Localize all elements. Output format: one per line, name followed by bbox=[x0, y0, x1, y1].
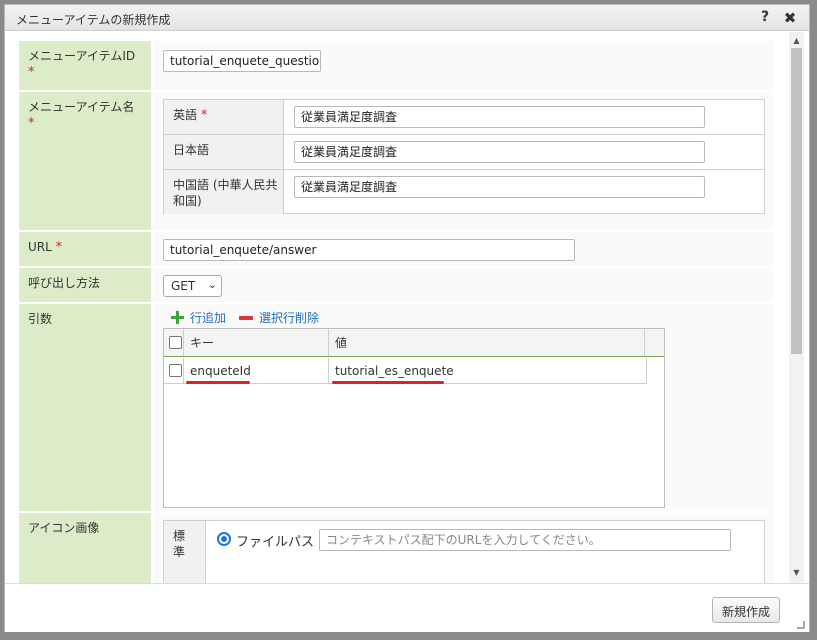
help-icon[interactable]: ? bbox=[757, 9, 773, 27]
row-checkbox[interactable] bbox=[169, 364, 182, 377]
menu-item-id-label: メニューアイテムID bbox=[28, 49, 136, 63]
column-header-key: キー bbox=[190, 336, 215, 350]
url-label: URL bbox=[28, 240, 52, 254]
locale-name-input-japanese[interactable]: 従業員満足度調査 bbox=[294, 141, 705, 163]
call-method-select[interactable]: GET ⌄ bbox=[163, 275, 222, 297]
add-icon[interactable] bbox=[171, 311, 184, 324]
row-select-cell bbox=[164, 358, 184, 383]
icon-path-input[interactable]: コンテキストパス配下のURLを入力してください。 bbox=[319, 529, 731, 551]
delete-selected-rows-link[interactable]: 選択行削除 bbox=[259, 309, 319, 326]
key-highlight-underline bbox=[186, 381, 250, 384]
url-label-cell: URL * bbox=[19, 232, 151, 266]
argument-value: tutorial_es_enquete bbox=[335, 364, 454, 378]
url-input[interactable]: tutorial_enquete/answer bbox=[163, 239, 575, 261]
resize-grip-icon[interactable] bbox=[797, 621, 805, 629]
menu-item-id-input[interactable]: tutorial_enquete_question bbox=[163, 50, 321, 72]
required-mark: * bbox=[28, 65, 35, 80]
locale-label-cell: 中国語 (中華人民共和国) bbox=[164, 170, 284, 214]
locale-name-input-chinese[interactable]: 従業員満足度調査 bbox=[294, 176, 705, 198]
required-mark: * bbox=[28, 116, 35, 131]
argument-key: enqueteId bbox=[190, 364, 251, 378]
icon-standard-label: 標準 bbox=[173, 529, 186, 559]
menu-item-id-value-cell: tutorial_enquete_question bbox=[153, 41, 773, 90]
menu-item-name-label: メニューアイテム名 bbox=[28, 100, 135, 114]
scroll-down-icon[interactable]: ▼ bbox=[792, 568, 801, 577]
locale-row-chinese: 中国語 (中華人民共和国) 従業員満足度調査 bbox=[164, 170, 764, 214]
locale-label-cell: 英語 * bbox=[164, 100, 284, 134]
locale-label-cell: 日本語 bbox=[164, 135, 284, 169]
locale-label: 日本語 bbox=[173, 143, 210, 157]
scrollbar-thumb[interactable] bbox=[791, 48, 802, 354]
icon-image-value-cell: 標準 ファイルパス コンテキストパス配下のURLを入力してください。 bbox=[153, 513, 773, 583]
arguments-row: 引数 行追加 選択行削除 キー 値 enqueteId tutorial_es_… bbox=[19, 304, 773, 513]
close-icon[interactable]: ✖ bbox=[782, 9, 798, 27]
menu-item-name-label-cell: メニューアイテム名 * bbox=[19, 92, 151, 230]
dialog-title: メニューアイテムの新規作成 bbox=[16, 13, 171, 27]
menu-item-id-label-cell: メニューアイテムID * bbox=[19, 41, 151, 90]
locale-label: 英語 bbox=[173, 108, 198, 122]
menu-item-name-row: メニューアイテム名 * 英語 * 従業員満足度調査 日本語 従業員満足度調査 中… bbox=[19, 92, 773, 232]
arguments-label-cell: 引数 bbox=[19, 304, 151, 511]
call-method-label-cell: 呼び出し方法 bbox=[19, 268, 151, 302]
grid-header: キー 値 bbox=[164, 329, 664, 357]
icon-image-row: アイコン画像 標準 ファイルパス コンテキストパス配下のURLを入力してください… bbox=[19, 513, 773, 583]
call-method-row: 呼び出し方法 GET ⌄ bbox=[19, 268, 773, 304]
url-row: URL * tutorial_enquete/answer bbox=[19, 232, 773, 268]
grid-header-key[interactable]: キー bbox=[184, 329, 329, 356]
column-header-value: 値 bbox=[335, 336, 348, 350]
icon-image-label: アイコン画像 bbox=[28, 521, 100, 535]
menu-item-name-value-cell: 英語 * 従業員満足度調査 日本語 従業員満足度調査 中国語 (中華人民共和国)… bbox=[153, 92, 773, 230]
file-path-option-label[interactable]: ファイルパス bbox=[236, 530, 322, 556]
scroll-up-icon[interactable]: ▲ bbox=[792, 36, 801, 45]
vertical-scrollbar[interactable]: ▲ ▼ bbox=[789, 32, 804, 583]
call-method-label: 呼び出し方法 bbox=[28, 276, 101, 290]
value-highlight-underline bbox=[332, 381, 444, 384]
select-all-checkbox[interactable] bbox=[169, 336, 182, 349]
row-key-cell[interactable]: enqueteId bbox=[184, 358, 329, 383]
locale-label: 中国語 (中華人民共和国) bbox=[173, 178, 278, 208]
grid-header-value[interactable]: 値 bbox=[329, 329, 645, 356]
locale-name-input-english[interactable]: 従業員満足度調査 bbox=[294, 106, 705, 128]
add-row-link[interactable]: 行追加 bbox=[190, 309, 226, 326]
dialog-content: メニューアイテムID * tutorial_enquete_question メ… bbox=[5, 32, 788, 583]
grid-header-select-cell bbox=[164, 329, 184, 356]
remove-icon[interactable] bbox=[239, 316, 253, 320]
row-value-cell[interactable]: tutorial_es_enquete bbox=[329, 358, 647, 383]
call-method-value-cell: GET ⌄ bbox=[153, 268, 773, 302]
arguments-label: 引数 bbox=[28, 312, 53, 326]
locale-row-japanese: 日本語 従業員満足度調査 bbox=[164, 135, 764, 170]
required-mark: * bbox=[200, 108, 208, 123]
required-mark: * bbox=[55, 240, 63, 255]
call-method-selected: GET bbox=[171, 279, 196, 293]
file-path-radio[interactable] bbox=[217, 532, 231, 546]
arguments-value-cell: 行追加 選択行削除 キー 値 enqueteId tutorial_es_enq… bbox=[153, 304, 773, 511]
arguments-grid: キー 値 enqueteId tutorial_es_enquete bbox=[163, 328, 665, 508]
dialog-footer: 新規作成 bbox=[5, 583, 809, 632]
dialog: メニューアイテムの新規作成 ? ✖ メニューアイテムID * tutorial_… bbox=[4, 4, 810, 632]
locale-name-table: 英語 * 従業員満足度調査 日本語 従業員満足度調査 中国語 (中華人民共和国)… bbox=[163, 99, 765, 214]
create-button[interactable]: 新規作成 bbox=[712, 597, 781, 623]
url-value-cell: tutorial_enquete/answer bbox=[153, 232, 773, 266]
locale-row-english: 英語 * 従業員満足度調査 bbox=[164, 100, 764, 135]
chevron-down-icon: ⌄ bbox=[207, 278, 217, 291]
menu-item-id-row: メニューアイテムID * tutorial_enquete_question bbox=[19, 41, 773, 92]
icon-image-box: 標準 ファイルパス コンテキストパス配下のURLを入力してください。 bbox=[163, 520, 765, 583]
icon-standard-label-cell: 標準 bbox=[164, 521, 206, 583]
icon-image-label-cell: アイコン画像 bbox=[19, 513, 151, 583]
dialog-titlebar[interactable]: メニューアイテムの新規作成 ? ✖ bbox=[5, 5, 809, 31]
